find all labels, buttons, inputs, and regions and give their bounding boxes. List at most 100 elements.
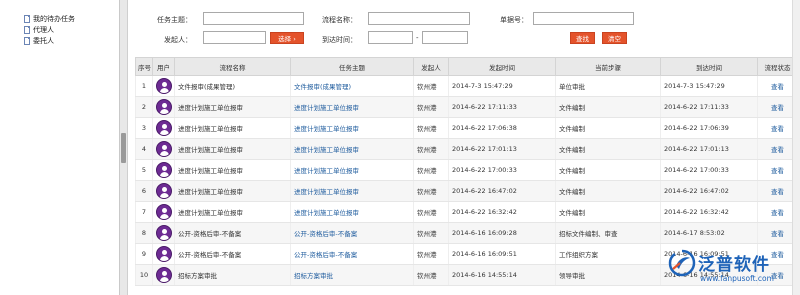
arrival-end-input[interactable] <box>422 31 468 44</box>
splitter-grip[interactable] <box>121 133 126 163</box>
header-process-name[interactable]: 流程名称 <box>174 57 291 76</box>
doc-no-label: 单据号： <box>500 16 528 24</box>
row-view-link[interactable]: 查看 <box>771 167 784 175</box>
row-current-step: 文件编制 <box>555 96 661 118</box>
row-view-link[interactable]: 查看 <box>771 83 784 91</box>
row-task-subject-link[interactable]: 公开-资格后审-不备案 <box>294 251 357 259</box>
doc-no-input[interactable] <box>533 12 634 25</box>
logo-name: 泛普软件 <box>698 255 770 275</box>
user-avatar-icon <box>156 141 172 157</box>
tree-item-agent[interactable]: 代理人 <box>24 25 54 35</box>
initiator-input[interactable] <box>203 31 266 44</box>
row-task-subject-link[interactable]: 进度计划施工单位报审 <box>294 104 359 112</box>
user-avatar-icon <box>156 183 172 199</box>
row-task-subject-link[interactable]: 进度计划施工单位报审 <box>294 146 359 154</box>
row-current-step: 工作组织方案 <box>555 243 661 265</box>
row-view-link[interactable]: 查看 <box>771 188 784 196</box>
tree-item-delegator[interactable]: 委托人 <box>24 36 54 46</box>
row-initiator: 钦州港 <box>413 96 449 118</box>
row-view-link[interactable]: 查看 <box>771 146 784 154</box>
row-start-time: 2014-6-22 17:11:33 <box>448 96 556 118</box>
table-row[interactable]: 6 进度计划施工单位报审 进度计划施工单位报审 钦州港 2014-6-22 16:47:… <box>135 180 798 202</box>
row-current-step: 文件编制 <box>555 180 661 202</box>
row-current-step: 文件编制 <box>555 159 661 181</box>
row-arrival-time: 2014-6-17 8:53:02 <box>660 222 758 244</box>
row-no: 7 <box>135 201 153 223</box>
row-view-link[interactable]: 查看 <box>771 125 784 133</box>
row-start-time: 2014-6-22 16:47:02 <box>448 180 556 202</box>
row-view-link[interactable]: 查看 <box>771 230 784 238</box>
tree-item-label: 代理人 <box>33 26 54 34</box>
process-name-input[interactable] <box>368 12 470 25</box>
table-row[interactable]: 7 进度计划施工单位报审 进度计划施工单位报审 钦州港 2014-6-22 16:32:… <box>135 201 798 223</box>
table-row[interactable]: 4 进度计划施工单位报审 进度计划施工单位报审 钦州港 2014-6-22 17:01:… <box>135 138 798 160</box>
row-start-time: 2014-6-22 16:32:42 <box>448 201 556 223</box>
table-row[interactable]: 3 进度计划施工单位报审 进度计划施工单位报审 钦州港 2014-6-22 17:06:… <box>135 117 798 139</box>
clear-button[interactable]: 清空 <box>602 32 627 44</box>
row-arrival-time: 2014-6-22 16:47:02 <box>660 180 758 202</box>
arrival-start-input[interactable] <box>368 31 413 44</box>
row-process-name: 进度计划施工单位报审 <box>174 201 291 223</box>
row-current-step: 文件编制 <box>555 138 661 160</box>
row-user-cell <box>152 201 175 223</box>
header-task-subject[interactable]: 任务主题 <box>290 57 414 76</box>
user-avatar-icon <box>156 246 172 262</box>
header-arrival-time[interactable]: 到达时间 <box>660 57 758 76</box>
row-no: 6 <box>135 180 153 202</box>
table-row[interactable]: 8 公开-资格后审-不备案 公开-资格后审-不备案 钦州港 2014-6-16 16:0… <box>135 222 798 244</box>
row-view-link[interactable]: 查看 <box>771 104 784 112</box>
fanpusoft-logo-mark-icon <box>668 249 696 277</box>
select-button[interactable]: 选择 › <box>270 32 304 44</box>
row-current-step: 单位审批 <box>555 75 661 97</box>
header-current-step[interactable]: 当前步骤 <box>555 57 661 76</box>
row-view-link[interactable]: 查看 <box>771 209 784 217</box>
user-avatar-icon <box>156 99 172 115</box>
user-avatar-icon <box>156 120 172 136</box>
row-user-cell <box>152 159 175 181</box>
user-avatar-icon <box>156 204 172 220</box>
row-task-subject-link[interactable]: 进度计划施工单位报审 <box>294 125 359 133</box>
row-process-name: 公开-资格后审-不备案 <box>174 222 291 244</box>
row-current-step: 文件编制 <box>555 117 661 139</box>
row-no: 8 <box>135 222 153 244</box>
header-initiator[interactable]: 发起人 <box>413 57 449 76</box>
row-initiator: 钦州港 <box>413 222 449 244</box>
row-no: 2 <box>135 96 153 118</box>
row-task-subject-link[interactable]: 公开-资格后审-不备案 <box>294 230 357 238</box>
header-start-time[interactable]: 发起时间 <box>448 57 556 76</box>
row-no: 4 <box>135 138 153 160</box>
document-icon <box>24 37 30 45</box>
row-initiator: 钦州港 <box>413 201 449 223</box>
process-name-label: 流程名称： <box>322 16 357 24</box>
task-subject-input[interactable] <box>203 12 304 25</box>
header-user[interactable]: 用户 <box>152 57 175 76</box>
row-task-subject-link[interactable]: 进度计划施工单位报审 <box>294 188 359 196</box>
row-start-time: 2014-6-16 14:55:14 <box>448 264 556 286</box>
row-arrival-time: 2014-6-22 17:00:33 <box>660 159 758 181</box>
logo-url: www.fanpusoft.com <box>700 274 774 283</box>
row-no: 9 <box>135 243 153 265</box>
row-task-subject-link[interactable]: 进度计划施工单位报审 <box>294 167 359 175</box>
row-no: 3 <box>135 117 153 139</box>
tree-item-my-todo[interactable]: 我的待办任务 <box>24 14 75 24</box>
table-row[interactable]: 5 进度计划施工单位报审 进度计划施工单位报审 钦州港 2014-6-22 17:00:… <box>135 159 798 181</box>
row-start-time: 2014-6-16 16:09:28 <box>448 222 556 244</box>
row-initiator: 钦州港 <box>413 138 449 160</box>
row-user-cell <box>152 180 175 202</box>
row-process-name: 进度计划施工单位报审 <box>174 117 291 139</box>
row-no: 10 <box>135 264 153 286</box>
table-row[interactable]: 1 文件报审(成果管理) 文件报审(成果管理) 钦州港 2014-7-3 15:47:2… <box>135 75 798 97</box>
row-current-step: 招标文件编制、审查 <box>555 222 661 244</box>
header-no[interactable]: 序号 <box>135 57 153 76</box>
row-task-subject-link[interactable]: 招标方案审批 <box>294 272 333 280</box>
search-button[interactable]: 查找 <box>570 32 595 44</box>
table-row[interactable]: 2 进度计划施工单位报审 进度计划施工单位报审 钦州港 2014-6-22 17:11:… <box>135 96 798 118</box>
row-arrival-time: 2014-6-22 17:11:33 <box>660 96 758 118</box>
row-start-time: 2014-6-22 17:06:38 <box>448 117 556 139</box>
row-user-cell <box>152 138 175 160</box>
row-task-subject-link[interactable]: 进度计划施工单位报审 <box>294 209 359 217</box>
row-current-step: 文件编制 <box>555 201 661 223</box>
row-user-cell <box>152 117 175 139</box>
row-task-subject-link[interactable]: 文件报审(成果管理) <box>294 83 351 91</box>
panel-splitter[interactable] <box>120 0 128 295</box>
